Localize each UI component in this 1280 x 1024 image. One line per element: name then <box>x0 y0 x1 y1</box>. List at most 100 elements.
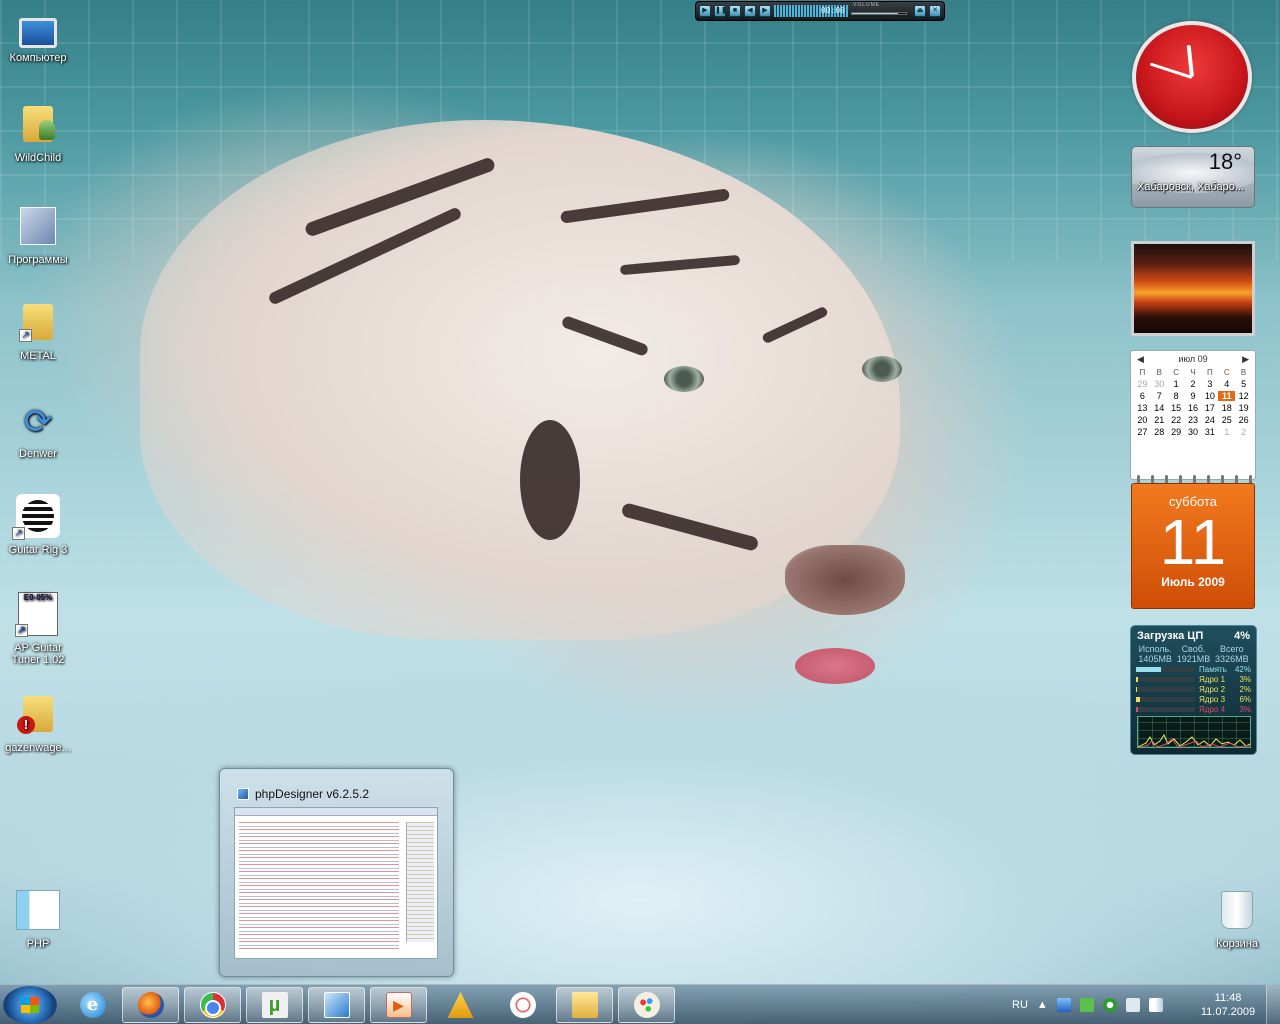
calendar-day[interactable]: 18 <box>1218 403 1235 413</box>
cpu-usage-row: Ядро 2 2% <box>1131 684 1256 694</box>
play-button[interactable]: ▶ <box>699 5 711 17</box>
desktop-icon-guitar-rig[interactable]: ↗ Guitar Rig 3 <box>0 494 76 556</box>
calendar-day[interactable]: 1 <box>1168 379 1185 389</box>
eject-button[interactable]: ⏏ <box>914 5 926 17</box>
calendar-day[interactable]: 27 <box>1134 427 1151 437</box>
preview-window-image <box>234 807 438 959</box>
pause-button[interactable]: ❚❚ <box>714 5 727 17</box>
calendar-day[interactable]: 5 <box>1235 379 1252 389</box>
close-player-button[interactable]: ✕ <box>929 5 941 17</box>
taskbar-media-player[interactable]: ▶ <box>370 987 427 1023</box>
tiger-tongue <box>795 648 875 684</box>
desktop-icon-metal[interactable]: ↗ METAL <box>0 302 76 362</box>
calendar-day[interactable]: 23 <box>1185 415 1202 425</box>
calendar-day[interactable]: 15 <box>1168 403 1185 413</box>
warning-icon: ! <box>17 716 35 734</box>
calendar-day[interactable]: 2 <box>1185 379 1202 389</box>
php-icon <box>16 890 60 930</box>
calendar-day[interactable]: 24 <box>1201 415 1218 425</box>
tiger-eye <box>664 366 704 392</box>
taskbar-aimp[interactable] <box>432 987 489 1023</box>
day-month-year: Июль 2009 <box>1161 575 1225 589</box>
calendar-day[interactable]: 4 <box>1218 379 1235 389</box>
desktop-icon-php[interactable]: PHP <box>0 890 76 950</box>
desktop-icon-computer[interactable]: Компьютер <box>0 10 76 64</box>
calendar-day[interactable]: 13 <box>1134 403 1151 413</box>
paint-icon <box>633 992 660 1018</box>
desktop-icon-wildchild[interactable]: WildChild <box>0 104 76 164</box>
desktop-icon-tuner[interactable]: E0-05% ↗ AP Guitar Tuner 1.02 <box>0 592 76 666</box>
volume-slider[interactable]: VOLUME <box>851 2 911 17</box>
calendar-day-page[interactable]: суббота 11 Июль 2009 <box>1131 483 1255 609</box>
desktop-icon-gazenwage[interactable]: ! gazenwage... <box>0 694 76 754</box>
download-icon[interactable] <box>1056 998 1071 1012</box>
calendar-day[interactable]: 8 <box>1168 391 1185 401</box>
desktop-icon-programs[interactable]: Программы <box>0 206 76 266</box>
stop-button[interactable]: ■ <box>729 5 741 17</box>
calendar-day[interactable]: 1 <box>1218 427 1235 437</box>
cpu-usage-label: Ядро 4 <box>1199 704 1226 714</box>
taskbar-paint[interactable] <box>618 987 675 1023</box>
calendar-day[interactable]: 11 <box>1218 391 1236 401</box>
calendar-day[interactable]: 21 <box>1151 415 1168 425</box>
calendar-day[interactable]: 26 <box>1235 415 1252 425</box>
taskbar-phpdesigner[interactable] <box>308 987 365 1023</box>
show-desktop-button[interactable] <box>1266 985 1280 1024</box>
start-button[interactable] <box>3 986 57 1024</box>
calendar-day[interactable]: 7 <box>1151 391 1168 401</box>
calendar-gadget[interactable]: ◀ июл 09 ▶ П В С Ч П С В 29 30 1 2 3 4 5 6 7 8 9 10 11 12 13 1… <box>1130 350 1256 489</box>
calendar-day[interactable]: 31 <box>1201 427 1218 437</box>
previous-button[interactable]: ◀ <box>744 5 756 17</box>
calendar-next-icon[interactable]: ▶ <box>1242 354 1249 365</box>
mem-value: 1405MB <box>1138 654 1172 664</box>
tiger-eye <box>862 356 902 382</box>
taskbar-chrome[interactable] <box>184 987 241 1023</box>
calendar-day[interactable]: 30 <box>1151 379 1168 389</box>
calendar-day[interactable]: 12 <box>1235 391 1252 401</box>
language-indicator[interactable]: RU <box>1012 999 1028 1011</box>
network-icon[interactable] <box>1125 998 1140 1012</box>
cpu-total: 4% <box>1234 630 1250 642</box>
phpdesigner-icon <box>323 992 350 1018</box>
calendar-day[interactable]: 16 <box>1185 403 1202 413</box>
calendar-day[interactable]: 29 <box>1134 379 1151 389</box>
taskbar-snipping-tool[interactable] <box>494 987 551 1023</box>
calendar-weekday: П <box>1139 368 1146 377</box>
calendar-day[interactable]: 9 <box>1185 391 1202 401</box>
taskbar-explorer[interactable] <box>556 987 613 1023</box>
denwer-icon: ⟳ <box>23 403 53 441</box>
calendar-day[interactable]: 29 <box>1168 427 1185 437</box>
slideshow-gadget[interactable] <box>1131 241 1255 336</box>
calendar-day[interactable]: 30 <box>1185 427 1202 437</box>
calendar-day[interactable]: 28 <box>1151 427 1168 437</box>
taskbar-time: 11:48 <box>1214 992 1242 1004</box>
taskbar-thumbnail-preview[interactable]: phpDesigner v6.2.5.2 <box>219 768 454 977</box>
calendar-day[interactable]: 17 <box>1201 403 1218 413</box>
calendar-day[interactable]: 22 <box>1168 415 1185 425</box>
taskbar-clock[interactable]: 11:48 11.07.2009 <box>1196 991 1260 1019</box>
calendar-day[interactable]: 20 <box>1134 415 1151 425</box>
calendar-day[interactable]: 25 <box>1218 415 1235 425</box>
next-button[interactable]: ▶ <box>759 5 771 17</box>
taskbar-firefox[interactable] <box>122 987 179 1023</box>
utorrent-tray-icon[interactable] <box>1102 998 1117 1012</box>
calendar-day[interactable]: 10 <box>1201 391 1218 401</box>
desktop-icon-recycle-bin[interactable]: Корзина <box>1199 890 1275 950</box>
desktop-icon-denwer[interactable]: ⟳ Denwer <box>0 400 76 460</box>
calendar-day[interactable]: 2 <box>1235 427 1252 437</box>
calendar-day[interactable]: 14 <box>1151 403 1168 413</box>
calendar-day[interactable]: 19 <box>1235 403 1252 413</box>
clock-gadget[interactable] <box>1132 21 1252 133</box>
show-hidden-icons-icon[interactable]: ▲ <box>1037 999 1048 1011</box>
android-icon[interactable] <box>1079 998 1094 1012</box>
calendar-prev-icon[interactable]: ◀ <box>1137 354 1144 365</box>
cpu-meter-gadget[interactable]: Загрузка ЦП 4% Исполь. Своб. Всего 1405M… <box>1130 625 1257 755</box>
calendar-grid: П В С Ч П С В 29 30 1 2 3 4 5 6 7 8 9 10 11 12 13 14 15 16 17 18 19… <box>1131 368 1255 437</box>
calendar-day[interactable]: 6 <box>1134 391 1151 401</box>
weather-gadget[interactable]: 18° Хабаровск, Хабаро... <box>1131 146 1255 208</box>
taskbar-ie[interactable]: e <box>64 987 121 1023</box>
cpu-usage-percent: 42% <box>1234 664 1251 674</box>
taskbar-utorrent[interactable]: µ <box>246 987 303 1023</box>
volume-icon[interactable] <box>1148 998 1163 1012</box>
calendar-day[interactable]: 3 <box>1201 379 1218 389</box>
